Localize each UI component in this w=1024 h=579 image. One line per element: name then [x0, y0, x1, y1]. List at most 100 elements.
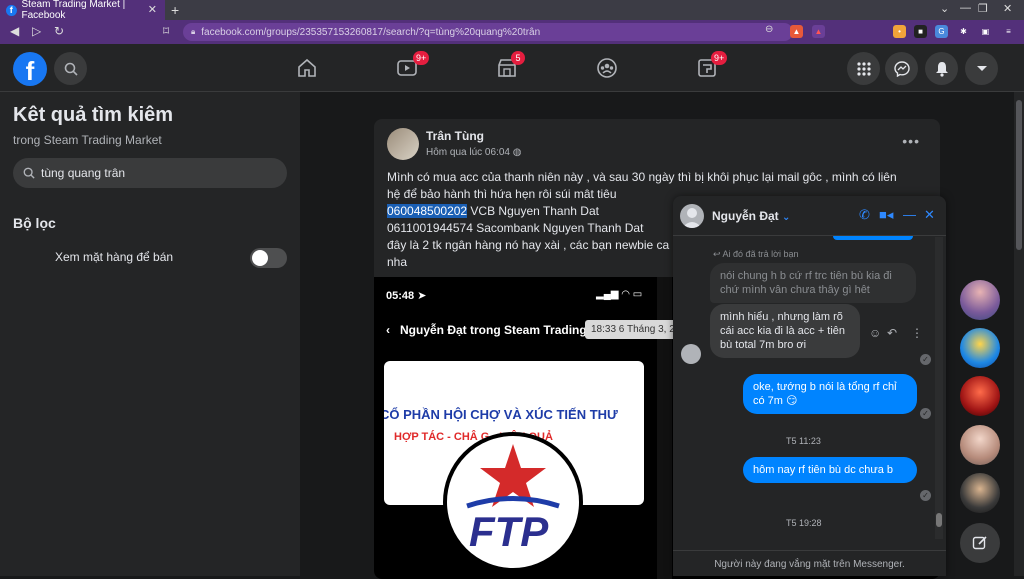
- selected-account-number: 060048500202: [387, 204, 468, 218]
- quoted-message[interactable]: nói chung h b cứ rf trc tiên bù kia đi c…: [710, 263, 916, 303]
- marketplace-filter-toggle[interactable]: [250, 248, 287, 268]
- account-button[interactable]: [965, 52, 998, 85]
- forward-button[interactable]: ▷: [32, 24, 41, 38]
- search-icon: [23, 167, 35, 179]
- chat-avatar[interactable]: [680, 204, 704, 228]
- new-message-button[interactable]: [960, 523, 1000, 563]
- maximize-window-button[interactable]: ❐: [978, 2, 988, 15]
- translate-icon[interactable]: G: [935, 25, 948, 38]
- new-tab-button[interactable]: +: [171, 2, 179, 18]
- author-avatar[interactable]: [387, 128, 419, 160]
- messenger-icon: [893, 60, 910, 77]
- close-window-button[interactable]: ✕: [1003, 2, 1012, 15]
- close-chat-icon[interactable]: ✕: [924, 207, 935, 223]
- phone-status-icons: ▂▄▆ ◠ ▭: [596, 289, 643, 300]
- search-value: tùng quang trân: [41, 166, 126, 180]
- post-author[interactable]: Trân Tùng: [426, 129, 484, 143]
- page-scrollbar[interactable]: [1014, 92, 1024, 576]
- lock-icon: 🔒︎: [191, 27, 196, 36]
- outgoing-message[interactable]: hôm nay rf tiên bù dc chưa b: [743, 457, 917, 483]
- seen-status-icon: ✓: [920, 490, 931, 501]
- rewards-icon[interactable]: ▲: [812, 25, 825, 38]
- minimize-window-button[interactable]: —: [960, 2, 971, 14]
- previous-message-edge: [833, 236, 913, 240]
- search-input[interactable]: tùng quang trân: [13, 158, 287, 188]
- url-text: facebook.com/groups/235357153260817/sear…: [201, 26, 541, 38]
- menu-icon[interactable]: ≡: [1002, 25, 1015, 38]
- tab-close-icon[interactable]: ✕: [148, 3, 157, 16]
- ftp-logo: FTP: [443, 432, 583, 572]
- page-subtitle: trong Steam Trading Market: [13, 133, 162, 147]
- groups-icon[interactable]: [595, 56, 619, 80]
- filter-heading: Bộ lọc: [13, 215, 56, 231]
- address-bar[interactable]: 🔒︎ facebook.com/groups/235357153260817/s…: [183, 23, 793, 41]
- page-title: Kêt quả tìm kiêm: [13, 104, 174, 126]
- outgoing-message[interactable]: oke, tướng b nói là tổng rf chỉ có 7m 😏︎: [743, 374, 917, 414]
- phone-page-title: ‹ Nguyễn Đạt trong Steam Trading: [386, 323, 587, 337]
- logo-text: FTP: [469, 508, 549, 555]
- seen-status-icon: ✓: [920, 408, 931, 419]
- messenger-button[interactable]: [885, 52, 918, 85]
- chat-timestamp: T5 19:28: [786, 518, 822, 528]
- extension-2-icon[interactable]: ■: [914, 25, 927, 38]
- seen-status-icon: ✓: [920, 354, 931, 365]
- caret-down-icon: [976, 65, 987, 71]
- facebook-favicon-icon: f: [6, 4, 17, 16]
- tab-title: Steam Trading Market | Facebook: [21, 0, 126, 21]
- search-button[interactable]: [54, 52, 87, 85]
- extension-1-icon[interactable]: •: [893, 25, 906, 38]
- post-time[interactable]: Hôm qua lúc 06:04 ◍: [426, 147, 521, 158]
- contact-avatar[interactable]: [960, 376, 1000, 416]
- notifications-button[interactable]: [925, 52, 958, 85]
- search-icon: [64, 62, 78, 76]
- zoom-icon[interactable]: ⊖: [765, 24, 773, 35]
- video-badge: 9+: [413, 51, 430, 65]
- video-call-icon[interactable]: ■◂: [879, 207, 893, 223]
- filter-option-label: Xem mặt hàng để bán: [55, 250, 174, 264]
- menu-grid-button[interactable]: [847, 52, 880, 85]
- chevron-down-icon[interactable]: ⌄: [940, 2, 949, 15]
- globe-icon: ◍: [512, 147, 522, 158]
- incoming-message[interactable]: mình hiểu , nhưng làm rõ cái acc kia đi …: [710, 304, 860, 358]
- page-scroll-thumb[interactable]: [1016, 100, 1022, 250]
- react-icon[interactable]: ☺: [869, 326, 881, 340]
- account-bank: VCB Nguyen Thanh Dat: [467, 204, 599, 218]
- bookmark-icon[interactable]: ⌑: [163, 24, 169, 38]
- sender-avatar: [681, 344, 701, 364]
- extensions-puzzle-icon[interactable]: ✱: [957, 25, 970, 38]
- contact-avatar[interactable]: [960, 328, 1000, 368]
- post-time-text: Hôm qua lúc 06:04: [426, 147, 510, 158]
- toggle-knob: [252, 250, 268, 266]
- wallet-icon[interactable]: ▣: [979, 25, 992, 38]
- brave-shield-icon[interactable]: ▲: [790, 25, 803, 38]
- browser-tab[interactable]: f Steam Trading Market | Facebook ✕: [0, 0, 165, 21]
- contact-avatar[interactable]: [960, 280, 1000, 320]
- minimize-chat-icon[interactable]: —: [903, 207, 916, 222]
- chat-timestamp: T5 11:23: [786, 436, 821, 446]
- chat-scrollbar[interactable]: [935, 237, 943, 539]
- gaming-badge: 9+: [711, 51, 728, 65]
- chevron-down-icon: ⌄: [782, 212, 791, 223]
- scroll-thumb[interactable]: [936, 513, 942, 527]
- compose-icon: [972, 536, 987, 550]
- contact-avatar[interactable]: [960, 473, 1000, 513]
- reply-icon[interactable]: ↶: [887, 326, 897, 340]
- banner-line1: CỔ PHẦN HỘI CHỢ VÀ XÚC TIẾN THƯ: [384, 407, 618, 422]
- bell-icon: [935, 61, 948, 77]
- home-icon[interactable]: [295, 56, 319, 80]
- browser-toolbar: ◀ ▷ ↻ ⌑ 🔒︎ facebook.com/groups/235357153…: [0, 20, 1024, 44]
- back-button[interactable]: ◀: [10, 24, 19, 38]
- contact-avatar[interactable]: [960, 425, 1000, 465]
- chat-window: Nguyễn Đạt ⌄ ✆ ■◂ — ✕ ↩ Ai đó đã trả lời…: [673, 196, 946, 576]
- message-more-icon[interactable]: ⋮: [911, 326, 923, 340]
- reply-note: ↩ Ai đó đã trả lời bạn: [713, 249, 799, 259]
- away-status-note: Người này đang vắng mặt trên Messenger.: [673, 550, 946, 576]
- reload-button[interactable]: ↻: [54, 24, 64, 38]
- facebook-logo-icon[interactable]: f: [13, 52, 47, 86]
- chat-header: Nguyễn Đạt ⌄ ✆ ■◂ — ✕: [673, 196, 946, 236]
- marketplace-badge: 5: [511, 51, 525, 65]
- more-options-icon[interactable]: •••: [902, 133, 920, 149]
- browser-tab-bar: f Steam Trading Market | Facebook ✕ + ⌄ …: [0, 0, 1024, 21]
- chat-contact-name[interactable]: Nguyễn Đạt ⌄: [712, 209, 790, 223]
- phone-call-icon[interactable]: ✆: [859, 207, 870, 223]
